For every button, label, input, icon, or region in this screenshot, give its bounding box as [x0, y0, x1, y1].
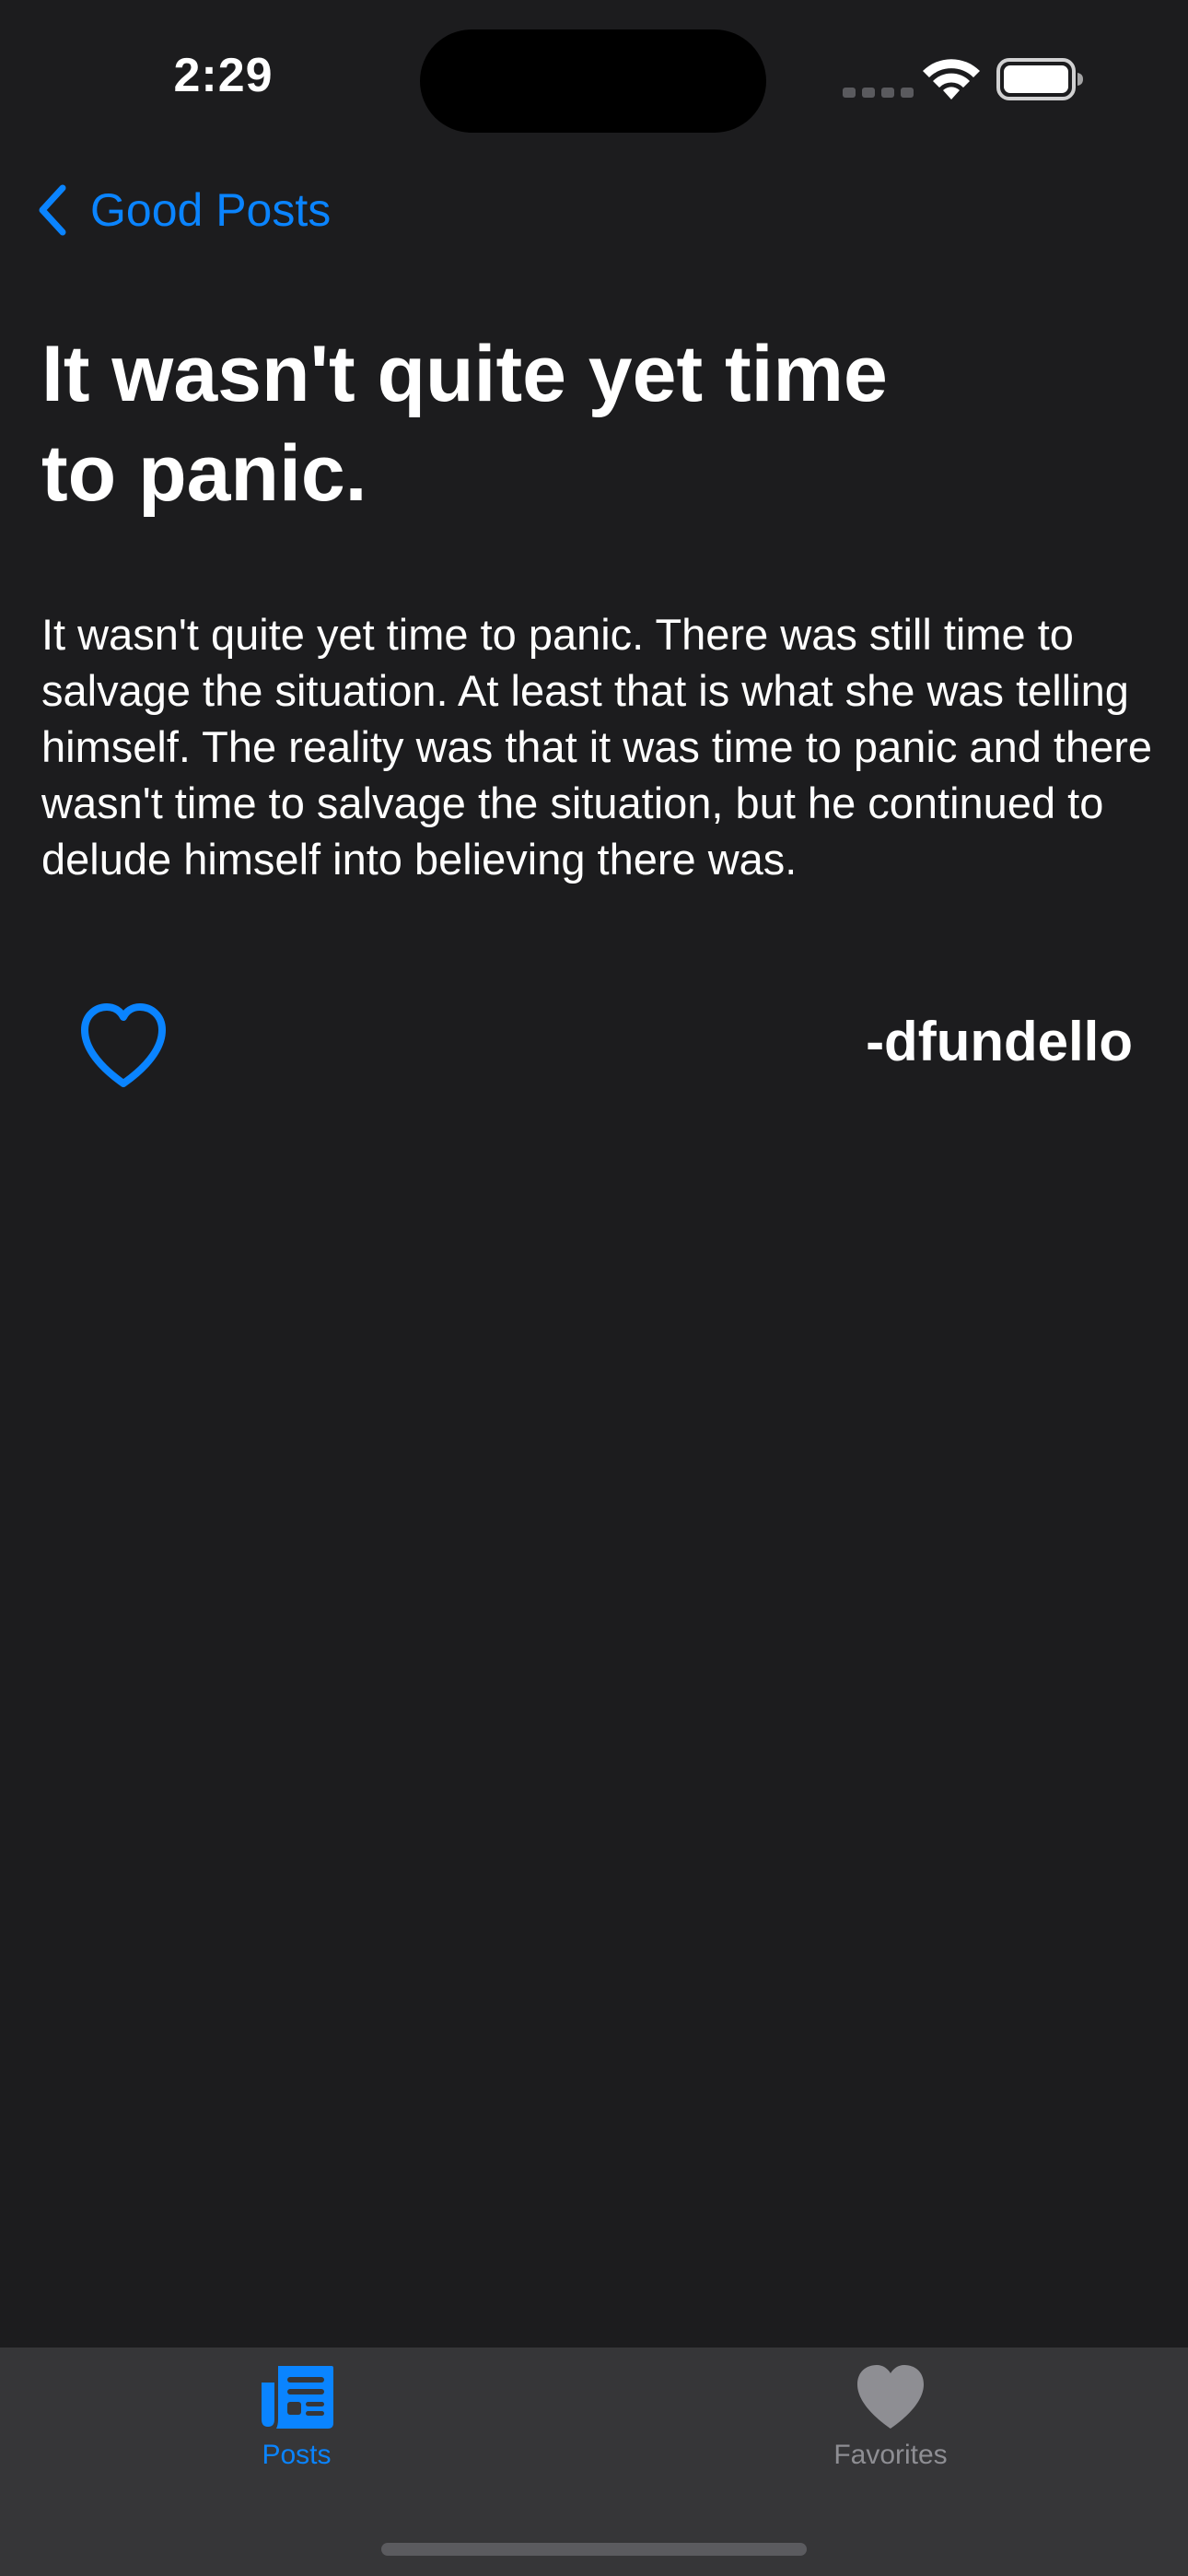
newspaper-icon: [262, 2366, 333, 2429]
post-body: It wasn't quite yet time to panic. There…: [41, 610, 1153, 884]
wifi-icon: [923, 59, 980, 100]
chevron-left-icon: [39, 184, 66, 236]
back-button-label: Good Posts: [90, 184, 332, 236]
heart-fill-icon: [857, 2365, 924, 2429]
post-author: -dfundello: [866, 1011, 1133, 1072]
battery-icon: [996, 58, 1083, 100]
tab-posts[interactable]: Posts: [158, 2360, 435, 2499]
tab-favorites[interactable]: Favorites: [752, 2360, 1029, 2499]
post-title: It wasn't quite yet time to panic.: [41, 330, 888, 518]
heart-outline-icon: [81, 1003, 166, 1087]
tab-bar: Posts Favorites: [0, 2348, 1188, 2576]
home-indicator: [381, 2543, 807, 2556]
status-time: 2:29: [173, 49, 274, 102]
cellular-signal-icon: [843, 88, 914, 98]
back-button[interactable]: Good Posts: [33, 175, 331, 245]
dynamic-island: [420, 29, 766, 133]
tab-posts-label: Posts: [262, 2440, 332, 2470]
favorite-button[interactable]: [77, 1002, 169, 1089]
tab-favorites-label: Favorites: [833, 2440, 948, 2470]
